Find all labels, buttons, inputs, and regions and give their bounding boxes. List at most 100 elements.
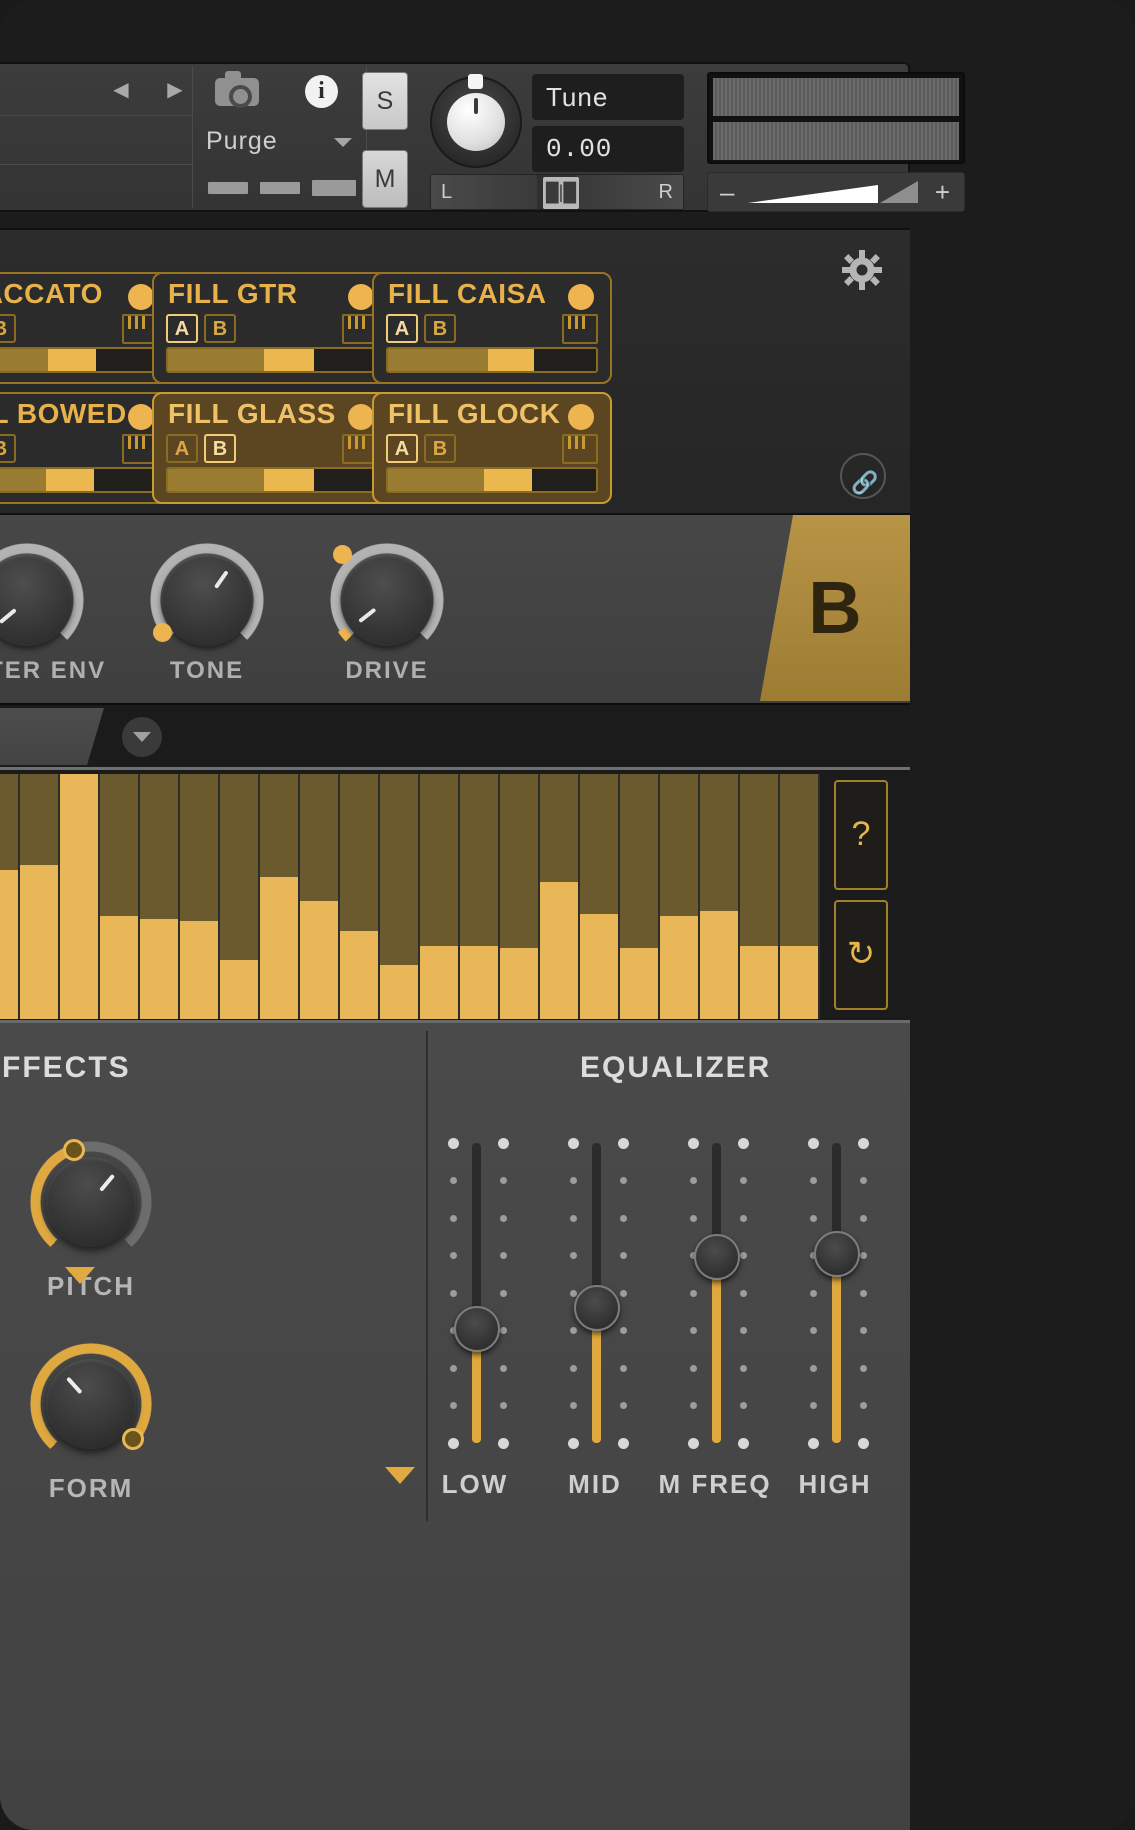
articulation-led-icon[interactable] [348,404,374,430]
snapshot-button[interactable] [194,66,277,116]
knob-handle[interactable] [122,1428,145,1451]
ab-button-b[interactable]: B [0,314,16,343]
solo-button[interactable]: S [362,72,408,130]
keyboard-icon[interactable] [562,314,598,344]
articulation-name: STACCATO [0,278,103,309]
pan-slider[interactable]: L R █|█ [430,174,684,210]
next-preset-button[interactable]: ▶ [162,78,188,104]
articulation-level-bar[interactable] [0,347,158,373]
bar-slot[interactable] [500,774,540,1019]
eq-handle[interactable] [694,1234,740,1280]
eq-scale-dot [740,1214,747,1222]
ab-button-b[interactable]: B [0,434,16,463]
articulation-level-bar[interactable] [166,347,378,373]
ab-button-a[interactable]: A [386,434,418,463]
eq-scale-dot [498,1437,509,1449]
eq-handle[interactable] [454,1306,500,1352]
articulation-led-icon[interactable] [128,404,154,430]
eq-scale-dot [498,1137,509,1149]
effects-title: EFFECTS [0,1051,131,1084]
macro-knob-drive[interactable] [328,541,446,659]
eq-handle[interactable] [814,1231,860,1277]
effects-knob-pitch[interactable] [30,1138,152,1263]
bar-slot[interactable] [780,774,820,1019]
mute-button[interactable]: M [362,150,408,208]
help-button[interactable]: ? [834,780,888,890]
eq-scale-dot [570,1252,577,1259]
eq-scale-dot [500,1327,507,1334]
bank-badge[interactable]: B [760,515,910,701]
chevron-down-icon[interactable] [65,1267,95,1287]
articulation-level-bar[interactable] [166,467,378,493]
ab-button-a[interactable]: A [166,434,198,463]
articulation-cell[interactable]: STACCATO AB [0,272,172,384]
header-left-column: ound D ◀ ▶ 0 Max: 199 0.65 GB [0,64,192,210]
ab-button-a[interactable]: A [386,314,418,343]
eq-scale-dot [860,1402,867,1409]
bar-slot[interactable] [300,774,340,1019]
tab-active[interactable] [0,708,104,765]
bar-chart[interactable] [0,774,820,1019]
bar-slot[interactable] [20,774,60,1019]
bar-slot[interactable] [460,774,500,1019]
bar-slot[interactable] [220,774,260,1019]
bar-slot[interactable] [140,774,180,1019]
eq-scale-dot [448,1437,459,1449]
articulation-cell[interactable]: FILL GLOCK A B [372,392,612,504]
articulation-level-bar[interactable] [386,467,598,493]
bar-slot[interactable] [340,774,380,1019]
purge-menu[interactable]: Purge [194,118,366,165]
bar-slot[interactable] [60,774,100,1019]
pan-center-handle[interactable]: █|█ [543,177,579,209]
ab-button-a[interactable]: A [166,314,198,343]
articulation-led-icon[interactable] [128,284,154,310]
macro-knob-tone[interactable] [148,541,266,659]
eq-scale-dot [860,1252,867,1259]
bar-slot[interactable] [260,774,300,1019]
articulation-cell[interactable]: FILL GLASS A B [152,392,392,504]
eq-handle[interactable] [574,1285,620,1331]
bar-slot[interactable] [700,774,740,1019]
articulation-level-bar[interactable] [0,467,158,493]
info-button[interactable]: i [279,66,367,116]
bar-fill [620,947,658,1019]
ab-toggle-group: AB [166,434,242,463]
bar-slot[interactable] [420,774,460,1019]
knob-handle[interactable] [332,544,352,564]
bar-slot[interactable] [380,774,420,1019]
eq-scale-dot [740,1402,747,1409]
ab-button-b[interactable]: B [204,434,236,463]
bar-slot[interactable] [100,774,140,1019]
tune-knob[interactable] [430,74,522,168]
effects-knob-form[interactable] [30,1343,152,1465]
keyboard-icon[interactable] [562,434,598,464]
volume-slider[interactable]: – + [707,172,965,212]
bar-slot[interactable] [0,774,20,1019]
bar-slot[interactable] [580,774,620,1019]
eq-scale-dot [618,1437,629,1449]
ab-button-b[interactable]: B [424,314,456,343]
articulation-name: FILL BOWED [0,398,127,429]
articulation-cell[interactable]: FILL CAISA A B [372,272,612,384]
bar-slot[interactable] [740,774,780,1019]
tune-value[interactable]: 0.00 [532,126,684,172]
bar-slot[interactable] [620,774,660,1019]
articulation-cell[interactable]: FILL GTR A B [152,272,392,384]
chevron-down-icon[interactable] [122,717,162,757]
reset-icon[interactable]: ↻ [834,900,888,1010]
bar-slot[interactable] [180,774,220,1019]
bar-slot[interactable] [540,774,580,1019]
articulation-led-icon[interactable] [568,404,594,430]
articulation-led-icon[interactable] [568,284,594,310]
articulation-led-icon[interactable] [348,284,374,310]
macro-knob-filter-env[interactable] [0,541,86,659]
knob-handle[interactable] [63,1138,85,1161]
prev-preset-button[interactable]: ◀ [108,78,134,104]
articulation-cell[interactable]: FILL BOWED AB [0,392,172,504]
bar-slot[interactable] [660,774,700,1019]
knob-handle[interactable] [153,623,172,642]
ab-button-b[interactable]: B [204,314,236,343]
ab-button-b[interactable]: B [424,434,456,463]
articulation-level-bar[interactable] [386,347,598,373]
tune-label: Tune [532,74,684,120]
